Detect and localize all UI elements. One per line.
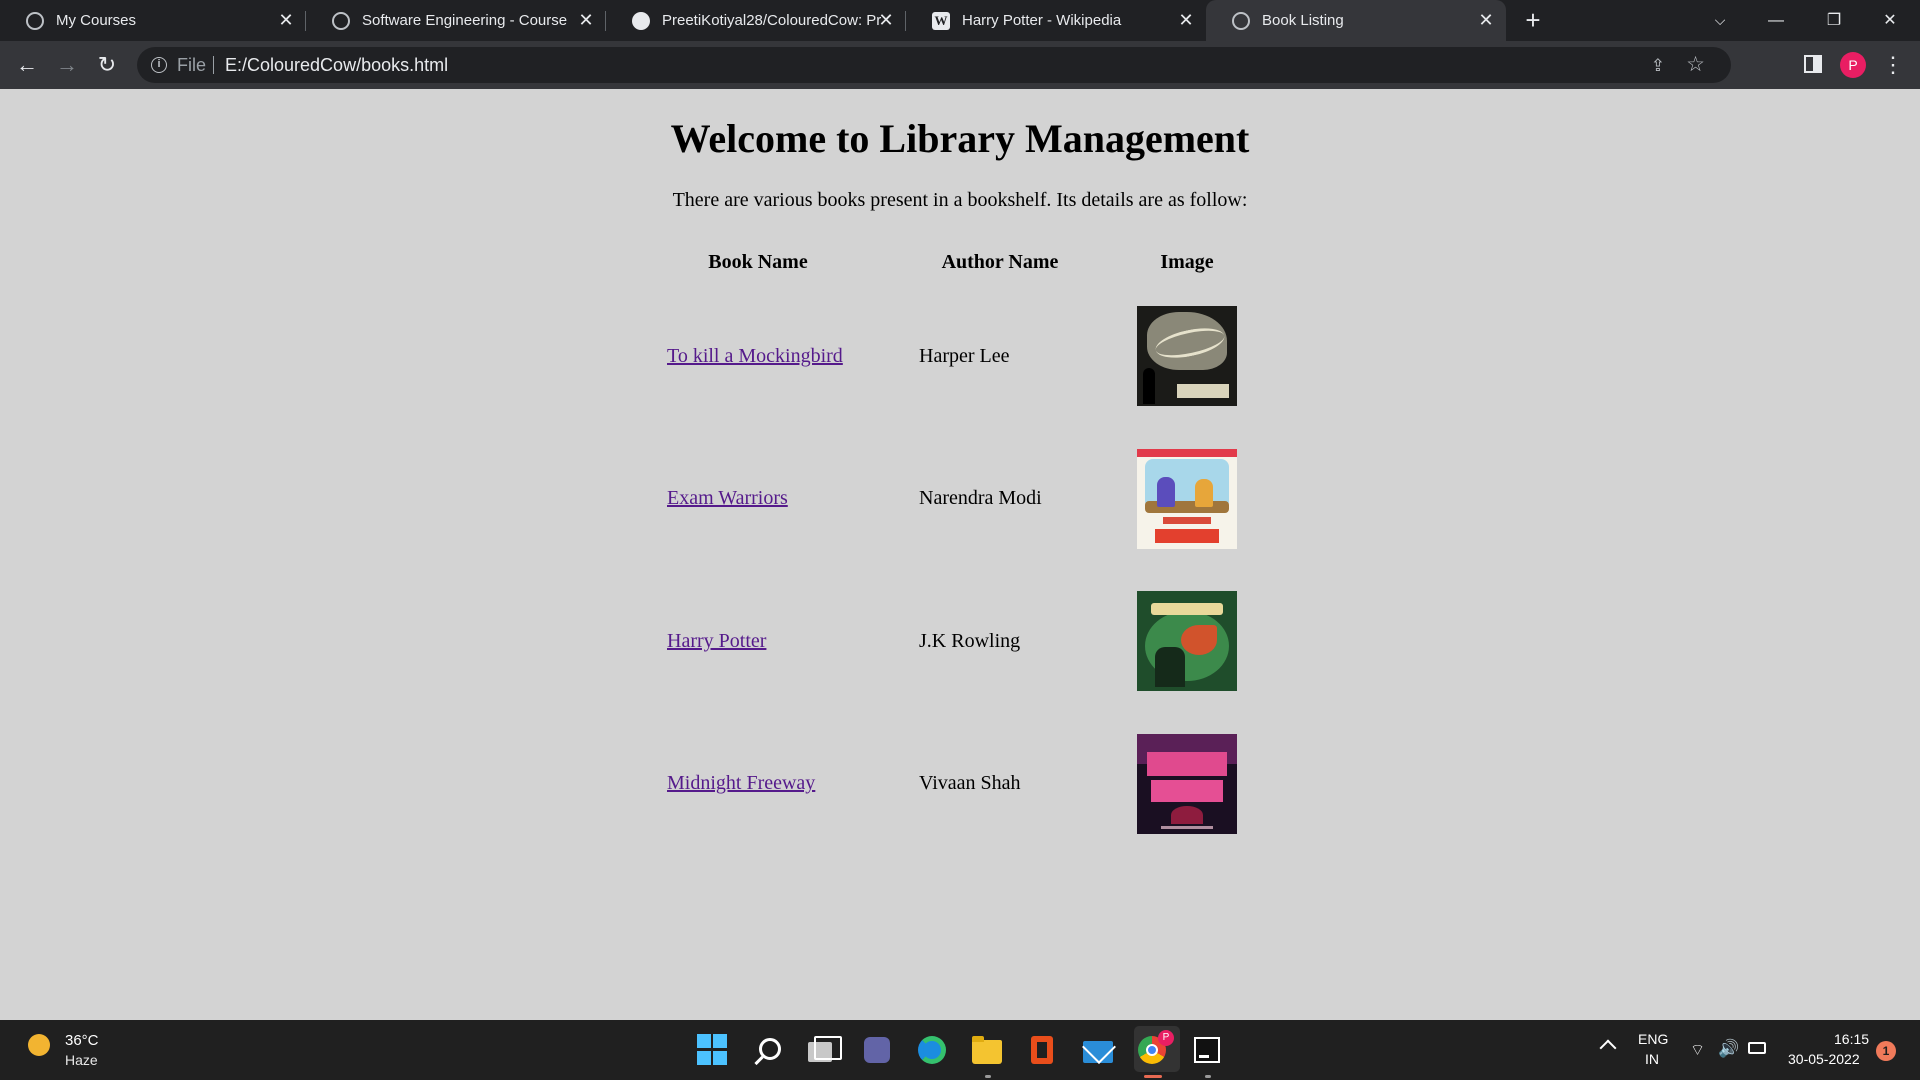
book-name-cell: Harry Potter — [661, 570, 849, 713]
image-cell — [1107, 285, 1267, 428]
books-table: Book Name Author Name Image To kill a Mo… — [661, 239, 1267, 855]
tab-github[interactable]: PreetiKotiyal28/ColouredCow: Pr ✕ — [606, 0, 906, 41]
address-scheme: File — [177, 55, 207, 75]
book-link[interactable]: Midnight Freeway — [667, 772, 815, 794]
address-bar[interactable]: i File E:/ColouredCow/books.html ⇪ ☆ — [137, 47, 1731, 83]
page-viewport: Welcome to Library Management There are … — [0, 89, 1920, 1020]
tab-software-engineering[interactable]: Software Engineering - Course ✕ — [306, 0, 606, 41]
taskbar: 36°C Haze P ENG IN ⌔ 🔊 16:15 30-05-2022 … — [0, 1020, 1920, 1080]
wikipedia-icon: W — [932, 11, 950, 30]
globe-icon — [26, 11, 44, 30]
image-cell — [1107, 713, 1267, 856]
window-close-button[interactable]: ✕ — [1862, 0, 1918, 41]
browser-toolbar: ← → ↻ i File E:/ColouredCow/books.html ⇪… — [0, 41, 1920, 89]
weather-sun-icon[interactable] — [28, 1034, 50, 1056]
clock-time[interactable]: 16:15 — [1834, 1031, 1869, 1047]
table-row: Exam Warriors Narendra Modi — [661, 428, 1267, 571]
search-icon[interactable] — [759, 1038, 781, 1060]
profile-avatar[interactable]: P — [1840, 52, 1866, 78]
page-intro: There are various books present in a boo… — [672, 189, 1248, 211]
info-icon[interactable]: i — [151, 57, 167, 73]
close-icon[interactable]: ✕ — [276, 10, 296, 30]
tab-title: Harry Potter - Wikipedia — [962, 12, 1122, 29]
tab-wikipedia[interactable]: W Harry Potter - Wikipedia ✕ — [906, 0, 1206, 41]
weather-temperature[interactable]: 36°C — [65, 1032, 99, 1049]
minimize-button[interactable]: — — [1748, 0, 1804, 41]
running-indicator — [1144, 1075, 1162, 1078]
author-cell: J.K Rowling — [919, 629, 1021, 652]
file-explorer-icon[interactable] — [972, 1036, 1002, 1064]
book-cover-image — [1137, 306, 1237, 407]
github-icon — [632, 11, 650, 30]
close-icon[interactable]: ✕ — [1476, 10, 1496, 30]
tab-strip: My Courses ✕ Software Engineering - Cour… — [0, 0, 1920, 41]
author-cell: Vivaan Shah — [919, 772, 1021, 795]
tab-search-icon[interactable]: ⌵ — [1692, 0, 1748, 41]
weather-condition[interactable]: Haze — [65, 1052, 98, 1068]
running-indicator — [985, 1075, 991, 1078]
globe-icon — [332, 11, 350, 30]
language-region[interactable]: IN — [1645, 1051, 1659, 1067]
language-indicator[interactable]: ENG — [1638, 1031, 1668, 1047]
restore-button[interactable]: ❐ — [1806, 0, 1862, 41]
running-indicator — [1205, 1075, 1211, 1078]
book-name-cell: To kill a Mockingbird — [661, 285, 849, 428]
globe-icon — [1232, 11, 1250, 30]
intellij-icon[interactable] — [1194, 1037, 1220, 1063]
volume-icon[interactable]: 🔊 — [1718, 1039, 1739, 1059]
chrome-profile-badge: P — [1158, 1030, 1174, 1046]
reload-button[interactable]: ↻ — [93, 51, 121, 79]
edge-icon[interactable] — [918, 1036, 946, 1064]
mail-icon[interactable] — [1083, 1041, 1113, 1063]
clock-date[interactable]: 30-05-2022 — [1788, 1051, 1860, 1067]
image-cell — [1107, 428, 1267, 571]
new-tab-button[interactable]: + — [1520, 7, 1546, 34]
tab-book-listing[interactable]: Book Listing ✕ — [1206, 0, 1506, 41]
table-row: To kill a Mockingbird Harper Lee — [661, 285, 1267, 428]
table-row: Harry Potter J.K Rowling — [661, 570, 1267, 713]
windows-start-icon[interactable] — [697, 1034, 729, 1066]
book-cover-image — [1137, 733, 1237, 834]
share-icon[interactable]: ⇪ — [1651, 56, 1665, 76]
book-link[interactable]: Harry Potter — [667, 630, 766, 652]
book-link[interactable]: To kill a Mockingbird — [667, 345, 843, 367]
tab-title: Software Engineering - Course — [362, 12, 568, 29]
page-title: Welcome to Library Management — [670, 116, 1250, 161]
battery-icon[interactable] — [1748, 1042, 1766, 1054]
table-header-row: Book Name Author Name Image — [661, 239, 1267, 285]
author-cell: Narendra Modi — [919, 487, 1042, 510]
header-book-name: Book Name — [708, 250, 808, 273]
close-icon[interactable]: ✕ — [576, 10, 596, 30]
book-cover-image — [1137, 448, 1237, 549]
book-name-cell: Exam Warriors — [661, 428, 849, 571]
address-divider — [213, 56, 214, 74]
book-cover-image — [1137, 591, 1237, 692]
wifi-icon[interactable]: ⌔ — [1690, 1040, 1710, 1060]
address-url[interactable]: E:/ColouredCow/books.html — [225, 55, 448, 76]
header-author-name: Author Name — [941, 250, 1059, 273]
tab-title: My Courses — [56, 12, 137, 29]
book-link[interactable]: Exam Warriors — [667, 487, 788, 509]
chevron-up-icon[interactable] — [1599, 1039, 1617, 1057]
close-icon[interactable]: ✕ — [1176, 10, 1196, 30]
teams-chat-icon[interactable] — [864, 1037, 890, 1063]
close-icon[interactable]: ✕ — [876, 10, 896, 30]
office-icon[interactable] — [1031, 1036, 1053, 1064]
table-row: Midnight Freeway Vivaan Shah — [661, 713, 1267, 856]
bookmark-star-icon[interactable]: ☆ — [1686, 52, 1705, 77]
header-image: Image — [1160, 250, 1214, 273]
task-view-icon[interactable] — [808, 1036, 842, 1062]
book-name-cell: Midnight Freeway — [661, 713, 849, 856]
image-cell — [1107, 570, 1267, 713]
side-panel-icon[interactable] — [1804, 55, 1822, 73]
back-button[interactable]: ← — [13, 51, 41, 79]
notification-badge[interactable]: 1 — [1876, 1041, 1896, 1061]
tab-title: Book Listing — [1262, 12, 1344, 29]
menu-kebab-icon[interactable]: ⋮ — [1882, 51, 1904, 79]
author-cell: Harper Lee — [919, 344, 1010, 367]
tab-my-courses[interactable]: My Courses ✕ — [0, 0, 306, 41]
tab-title: PreetiKotiyal28/ColouredCow: Pr — [662, 12, 882, 29]
forward-button[interactable]: → — [53, 51, 81, 79]
